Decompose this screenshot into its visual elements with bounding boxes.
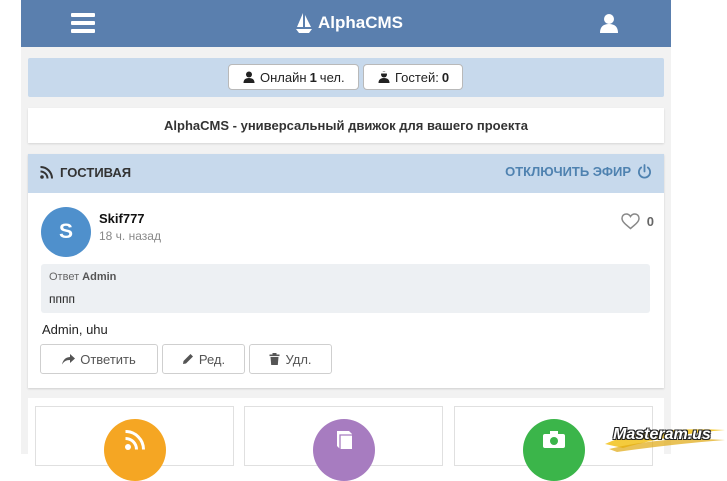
online-label: Онлайн bbox=[260, 69, 307, 85]
camera-icon bbox=[543, 431, 565, 448]
reply-label: Ответ Admin bbox=[49, 271, 116, 283]
guests-label: Гостей: bbox=[395, 69, 439, 85]
book-icon bbox=[337, 431, 352, 449]
post-message: Admin, uhu bbox=[42, 322, 108, 337]
user-icon[interactable] bbox=[598, 12, 620, 34]
guests-button[interactable]: Гостей: 0 bbox=[363, 64, 463, 90]
delete-button-label: Удл. bbox=[285, 351, 312, 367]
rss-circle bbox=[104, 419, 166, 481]
online-bar: Онлайн 1 чел. Гостей: 0 bbox=[28, 58, 664, 97]
brand-name: AlphaCMS bbox=[318, 13, 403, 32]
intro-banner: AlphaCMS - универсальный движок для ваше… bbox=[28, 108, 664, 143]
avatar[interactable]: S bbox=[41, 207, 91, 257]
rss-icon bbox=[40, 166, 53, 179]
pencil-icon bbox=[182, 354, 193, 364]
online-users-button[interactable]: Онлайн 1 чел. bbox=[228, 64, 359, 90]
post-time: 18 ч. назад bbox=[99, 229, 161, 243]
sailboat-logo-icon bbox=[296, 13, 312, 33]
heart-icon bbox=[621, 213, 640, 230]
guestbook-card: ГОСТИВАЯ ОТКЛЮЧИТЬ ЭФИР S Skif777 18 ч. … bbox=[28, 154, 664, 388]
rss-icon bbox=[125, 430, 145, 450]
watermark: Masteram.us bbox=[603, 418, 727, 454]
online-count: 1 bbox=[309, 69, 317, 85]
tile-book[interactable] bbox=[244, 406, 443, 481]
reply-button-label: Ответить bbox=[80, 351, 136, 367]
camera-circle bbox=[523, 419, 585, 481]
brand[interactable]: AlphaCMS bbox=[295, 11, 403, 35]
reply-arrow-icon bbox=[62, 353, 76, 364]
online-unit: чел. bbox=[319, 69, 345, 85]
quick-links bbox=[28, 398, 664, 481]
edit-button[interactable]: Ред. bbox=[162, 344, 245, 374]
guestbook-header: ГОСТИВАЯ ОТКЛЮЧИТЬ ЭФИР bbox=[28, 154, 664, 193]
power-icon bbox=[638, 164, 651, 179]
reply-author: Admin bbox=[82, 271, 117, 283]
reply-label-text: Ответ bbox=[49, 271, 80, 283]
guests-count: 0 bbox=[441, 69, 450, 85]
watermark-text: Masteram.us bbox=[613, 426, 711, 443]
page: AlphaCMS Онлайн 1 чел. Гостей: 0 AlphaCM… bbox=[21, 0, 671, 481]
reply-button[interactable]: Ответить bbox=[40, 344, 158, 374]
disable-live-button[interactable]: ОТКЛЮЧИТЬ ЭФИР bbox=[505, 164, 652, 179]
book-circle bbox=[313, 419, 375, 481]
top-header: AlphaCMS bbox=[21, 0, 671, 47]
trash-icon bbox=[269, 353, 280, 365]
guestbook-title[interactable]: ГОСТИВАЯ bbox=[40, 165, 131, 180]
hamburger-menu-icon[interactable] bbox=[71, 13, 95, 33]
guest-user-icon bbox=[378, 71, 390, 83]
post-author[interactable]: Skif777 bbox=[99, 211, 145, 226]
reply-text: пппп bbox=[49, 292, 75, 306]
admin-reply: Ответ Admin пппп bbox=[41, 264, 650, 313]
user-icon bbox=[243, 71, 255, 83]
delete-button[interactable]: Удл. bbox=[249, 344, 332, 374]
disable-live-label: ОТКЛЮЧИТЬ ЭФИР bbox=[505, 164, 631, 179]
tile-rss[interactable] bbox=[35, 406, 234, 481]
edit-button-label: Ред. bbox=[198, 351, 226, 367]
like-button[interactable]: 0 bbox=[621, 213, 654, 230]
intro-text: AlphaCMS - универсальный движок для ваше… bbox=[164, 118, 528, 133]
guestbook-title-text: ГОСТИВАЯ bbox=[60, 165, 132, 180]
like-count: 0 bbox=[646, 214, 654, 229]
